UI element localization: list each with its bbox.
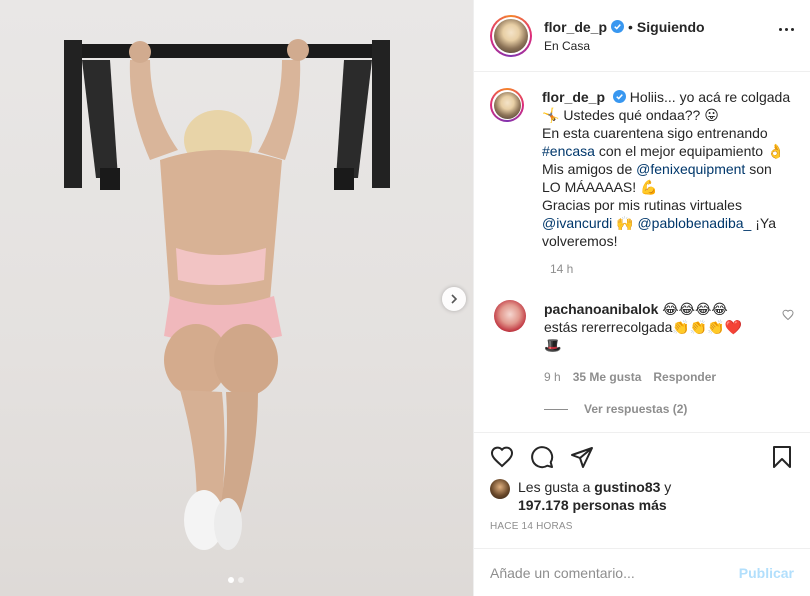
comment-like-heart-icon[interactable] [782,308,794,324]
caption-text: En esta cuarentena sigo entrenando [542,125,768,141]
chevron-right-icon [451,294,458,304]
carousel-dot-active [228,577,234,583]
post-side-panel: flor_de_p • Siguiendo En Casa flor_de_p … [474,0,810,596]
publish-button[interactable]: Publicar [739,565,794,581]
comment-time[interactable]: 9 h [544,368,561,386]
caption-emoji: 🤸 [542,107,560,123]
comment-text: estás rererrecolgada [544,319,673,335]
likes-summary: Les gusta a gustino83 y 197.178 personas… [490,478,671,514]
post-media[interactable] [0,0,474,596]
commenter-username[interactable]: pachanoanibalok [544,301,658,317]
caption-emoji: 🙌 [616,215,634,231]
caption-text: son [745,161,772,177]
post-actions [474,432,810,480]
caption-text: Holiis... yo acá re colgada [629,89,791,105]
paper-plane-icon [571,446,593,468]
next-photo-button[interactable] [442,287,466,311]
author-username[interactable]: flor_de_p [544,19,607,35]
verified-badge-icon [612,90,626,103]
share-button[interactable] [562,437,602,477]
caption-text: con el mejor equipamiento [594,143,767,159]
mention-link[interactable]: @fenixequipment [636,161,745,177]
caption-avatar[interactable] [490,88,524,122]
post-location[interactable]: En Casa [544,39,705,53]
hashtag-link[interactable]: #encasa [542,143,595,159]
caption-text: Ustedes qué ondaa?? [563,107,701,123]
caption-text: volveremos! [542,233,618,249]
comment-button[interactable] [522,437,562,477]
liker-username[interactable]: gustino83 [594,479,660,495]
post-photo [64,39,390,550]
commenter-avatar[interactable] [494,300,526,332]
comments-section: flor_de_p Holiis... yo acá re colgada 🤸 … [474,72,810,440]
caption-emoji: 💪 [640,179,658,195]
view-replies-button[interactable]: Ver respuestas (2) [544,402,794,416]
liker-avatar[interactable] [490,479,510,499]
carousel-indicator [228,577,244,583]
comment-emojis: 😂😂😂😂 [662,301,728,317]
carousel-dot [238,577,244,583]
author-avatar[interactable] [490,14,532,57]
comment-likes[interactable]: 35 Me gusta [573,368,642,386]
caption-username[interactable]: flor_de_p [542,89,605,105]
comment-bubble-icon [531,445,554,468]
likes-count[interactable]: 197.178 personas más [518,497,667,513]
save-button[interactable] [762,437,802,477]
add-comment-bar: Publicar [474,548,810,596]
caption-emoji: 👌 [766,143,785,159]
comment-emojis: 👏👏👏❤️ [672,319,743,335]
like-button[interactable] [482,437,522,477]
comment-emojis: 🎩 [544,337,562,353]
reply-button[interactable]: Responder [653,368,716,386]
comment-item: pachanoanibalok 😂😂😂😂 estás rererrecolgad… [490,300,794,386]
post-header: flor_de_p • Siguiendo En Casa [474,0,810,72]
mention-link[interactable]: @ivancurdi [542,215,612,231]
caption-emoji: 😛 [704,107,719,123]
likes-and: y [660,479,672,495]
caption-text: LO MÁAAAAS! [542,179,641,195]
view-replies-label: Ver respuestas (2) [584,402,688,416]
following-button[interactable]: Siguiendo [637,19,705,35]
bookmark-icon [773,445,791,468]
post-timestamp[interactable]: Hace 14 horas [490,521,573,532]
verified-badge-icon [611,20,625,33]
comment-input[interactable] [490,564,739,581]
post-caption: flor_de_p Holiis... yo acá re colgada 🤸 … [490,88,794,250]
likes-prefix: Les gusta a [518,479,595,495]
mention-link[interactable]: @pablobenadiba_ [637,215,751,231]
caption-text: Gracias por mis rutinas virtuales [542,197,742,213]
caption-time[interactable]: 14 h [550,262,794,276]
more-options-icon[interactable] [779,28,794,31]
caption-text: Mis amigos de [542,161,637,177]
caption-text: ¡Ya [751,215,776,231]
heart-icon [490,446,514,467]
